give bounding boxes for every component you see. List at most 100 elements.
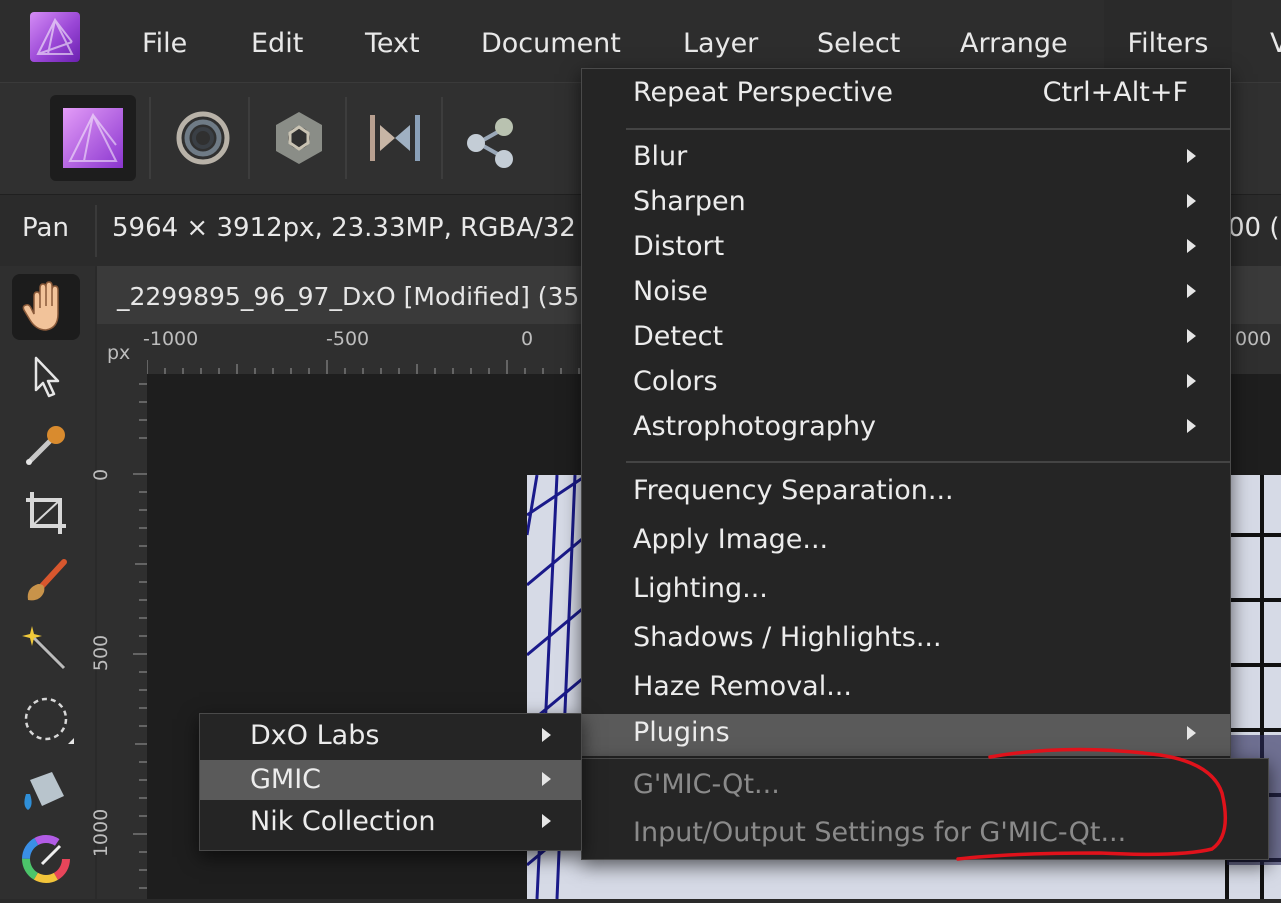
menu-item-label: Input/Output Settings for G'MIC-Qt...: [633, 817, 1127, 848]
tone-mapping-persona-button[interactable]: [352, 95, 438, 181]
menu-item-label: Lighting...: [633, 573, 768, 604]
color-wheel-tool[interactable]: [12, 826, 80, 892]
submenu-arrow-icon: [542, 728, 551, 742]
menu-item-label: Apply Image...: [633, 524, 829, 555]
menu-item-label: G'MIC-Qt...: [633, 769, 780, 800]
submenu-arrow-icon: [1187, 284, 1196, 298]
flood-fill-tool[interactable]: [12, 758, 80, 824]
menu-edit[interactable]: Edit: [251, 0, 303, 82]
filters-menu: Repeat Perspective Ctrl+Alt+F Blur Sharp…: [581, 68, 1231, 760]
fill-icon: [24, 772, 64, 810]
affinity-photo-logo: [30, 12, 80, 62]
submenu-arrow-icon: [1187, 419, 1196, 433]
submenu-arrow-icon: [1187, 726, 1196, 740]
menu-item-frequency-separation[interactable]: Frequency Separation...: [582, 469, 1230, 518]
crop-tool[interactable]: [12, 480, 80, 546]
ruler-tick-label: -1000: [143, 328, 199, 350]
menu-item-label: Repeat Perspective: [633, 77, 893, 108]
ruler-tick-label: 0: [90, 468, 113, 482]
submenu-arrow-icon: [1187, 239, 1196, 253]
current-tool-label: Pan: [22, 213, 69, 243]
menu-item-label: Distort: [633, 231, 725, 262]
menu-item-nik-collection[interactable]: Nik Collection: [200, 802, 581, 848]
ruler-ticks: [133, 383, 147, 889]
menu-item-gmic-qt[interactable]: G'MIC-Qt...: [582, 761, 1268, 809]
menu-item-label: Sharpen: [633, 186, 746, 217]
plugin-groups-submenu: DxO Labs GMIC Nik Collection: [199, 713, 582, 851]
ruler-unit: px: [107, 342, 131, 364]
menu-item-label: Haze Removal...: [633, 671, 852, 702]
menu-item-label: Frequency Separation...: [633, 475, 954, 506]
ruler-tick-label: 500: [90, 634, 113, 672]
liquify-persona-icon: [176, 111, 230, 165]
develop-persona-button[interactable]: [256, 95, 342, 181]
menu-item-label: Shadows / Highlights...: [633, 622, 942, 653]
color-picker-tool[interactable]: [12, 411, 80, 477]
menu-item-blur[interactable]: Blur: [582, 137, 1230, 182]
magic-wand-icon: [22, 626, 67, 671]
vertical-ruler: 0 500 1000: [90, 374, 147, 899]
hand-tool[interactable]: [12, 274, 80, 340]
menu-item-astrophotography[interactable]: Astrophotography: [582, 407, 1230, 452]
menu-item-label: Nik Collection: [250, 806, 436, 837]
menu-item-lighting[interactable]: Lighting...: [582, 567, 1230, 616]
move-icon: [34, 356, 60, 398]
menu-item-apply-image[interactable]: Apply Image...: [582, 518, 1230, 567]
ruler-tick-label: 1000: [90, 808, 113, 858]
color-picker-icon: [26, 426, 65, 465]
menu-item-shadows-highlights[interactable]: Shadows / Highlights...: [582, 616, 1230, 665]
menu-item-label: Detect: [633, 321, 724, 352]
export-persona-button[interactable]: [448, 95, 534, 181]
submenu-arrow-icon: [1187, 329, 1196, 343]
ruler-tick-label: -500: [326, 328, 370, 350]
photo-persona-icon: [63, 108, 123, 168]
develop-persona-icon: [276, 112, 322, 164]
plugins-submenu: G'MIC-Qt... Input/Output Settings for G'…: [581, 758, 1269, 860]
paint-brush-tool[interactable]: [12, 548, 80, 614]
hand-icon: [22, 281, 59, 331]
menu-item-label: Noise: [633, 276, 708, 307]
document-tab-title: _2299895_96_97_DxO [Modified] (35.9: [117, 282, 604, 311]
menu-item-dxo-labs[interactable]: DxO Labs: [200, 714, 581, 760]
tone-mapping-persona-icon: [370, 115, 420, 161]
selection-icon: [24, 697, 74, 744]
submenu-arrow-icon: [542, 814, 551, 828]
submenu-arrow-icon: [1187, 374, 1196, 388]
menu-item-gmic[interactable]: GMIC: [200, 760, 581, 800]
menu-item-label: Plugins: [633, 717, 730, 748]
menu-text[interactable]: Text: [365, 0, 420, 82]
menu-item-haze-removal[interactable]: Haze Removal...: [582, 665, 1230, 714]
menu-item-sharpen[interactable]: Sharpen: [582, 182, 1230, 227]
menu-item-label: DxO Labs: [250, 720, 380, 751]
brush-icon: [27, 559, 67, 601]
marquee-tool[interactable]: [12, 686, 80, 752]
menu-item-label: Blur: [633, 141, 688, 172]
submenu-arrow-icon: [1187, 149, 1196, 163]
export-persona-icon: [467, 118, 513, 168]
zoom-info: 00 (: [1228, 213, 1280, 243]
menu-item-noise[interactable]: Noise: [582, 272, 1230, 317]
crop-icon: [26, 492, 66, 534]
selection-brush-tool[interactable]: [12, 616, 80, 682]
menu-item-distort[interactable]: Distort: [582, 227, 1230, 272]
color-wheel-icon: [22, 835, 70, 883]
menu-item-label: Astrophotography: [633, 411, 877, 442]
menu-item-label: GMIC: [250, 764, 322, 795]
document-info: 5964 × 3912px, 23.33MP, RGBA/32: [112, 213, 576, 243]
menu-item-label: Colors: [633, 366, 718, 397]
menu-item-gmic-io-settings[interactable]: Input/Output Settings for G'MIC-Qt...: [582, 809, 1268, 857]
menu-item-plugins[interactable]: Plugins: [582, 714, 1230, 756]
submenu-arrow-icon: [542, 772, 551, 786]
tools-panel: [0, 266, 95, 899]
move-tool[interactable]: [12, 344, 80, 410]
menu-view[interactable]: V: [1270, 0, 1281, 82]
menu-file[interactable]: File: [142, 0, 187, 82]
liquify-persona-button[interactable]: [160, 95, 246, 181]
menu-item-detect[interactable]: Detect: [582, 317, 1230, 362]
photo-persona-button[interactable]: [50, 95, 136, 181]
ruler-tick-label: 0: [521, 328, 534, 350]
ruler-tick-label: 000: [1235, 328, 1272, 350]
menu-item-repeat-perspective[interactable]: Repeat Perspective Ctrl+Alt+F: [582, 69, 1230, 129]
menu-item-colors[interactable]: Colors: [582, 362, 1230, 407]
shortcut-label: Ctrl+Alt+F: [1042, 77, 1188, 108]
